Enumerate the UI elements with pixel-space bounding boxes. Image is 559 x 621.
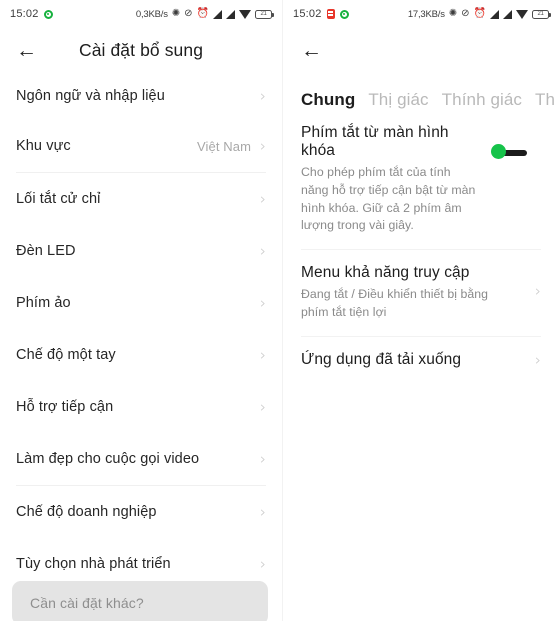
- status-bar-right-group: 0,3KB/s ✺ ⊘ ⏰ 21: [135, 8, 274, 20]
- list-item-enterprise-mode[interactable]: Chế độ doanh nghiệp ›: [16, 486, 266, 538]
- list-item-region[interactable]: Khu vực Việt Nam ›: [16, 120, 266, 172]
- alarm-icon: ⏰: [473, 8, 486, 19]
- signal-icon: [226, 9, 235, 19]
- sim-card-icon: [326, 9, 335, 19]
- chevron-right-icon: ›: [260, 397, 266, 416]
- tab-bar: Chung Thị giác Thính giác Th: [283, 72, 559, 110]
- dual-screenshot-container: 15:02 0,3KB/s ✺ ⊘ ⏰ 21 ← Cài đặt bổ sung…: [0, 0, 559, 621]
- more-settings-search-card[interactable]: Cần cài đặt khác?: [12, 581, 268, 621]
- chevron-right-icon: ›: [260, 449, 266, 468]
- setting-text-group: Phím tắt từ màn hình khóa Cho phép phím …: [301, 124, 491, 235]
- list-item-label: Chế độ một tay: [16, 347, 116, 363]
- setting-lockscreen-shortcut[interactable]: Phím tắt từ màn hình khóa Cho phép phím …: [283, 110, 559, 249]
- status-clock: 15:02: [293, 8, 322, 20]
- alarm-icon: ⏰: [196, 8, 209, 19]
- bluetooth-icon: ✺: [171, 8, 181, 19]
- app-header-left: ← Cài đặt bổ sung: [0, 28, 282, 72]
- list-item-video-call-beauty[interactable]: Làm đẹp cho cuộc gọi video ›: [16, 433, 266, 485]
- signal-icon: [503, 9, 512, 19]
- chevron-right-icon: ›: [535, 350, 541, 369]
- list-item-label: Tùy chọn nhà phát triển: [16, 556, 171, 572]
- mute-icon: ⊘: [461, 8, 470, 19]
- list-item-accessibility[interactable]: Hỗ trợ tiếp cận ›: [16, 381, 266, 433]
- back-button[interactable]: ←: [301, 40, 327, 61]
- chevron-right-icon: ›: [260, 554, 266, 573]
- wifi-icon: [516, 9, 528, 19]
- setting-accessibility-menu[interactable]: Menu khả năng truy cập Đang tắt / Điều k…: [283, 250, 559, 336]
- location-active-icon: [339, 9, 349, 19]
- toggle-knob: [491, 144, 506, 159]
- tab-more[interactable]: Th: [535, 90, 555, 110]
- back-button[interactable]: ←: [16, 40, 42, 61]
- chevron-right-icon: ›: [260, 86, 266, 105]
- setting-text-group: Ứng dụng đã tải xuống: [301, 351, 535, 373]
- list-item-led-light[interactable]: Đèn LED ›: [16, 225, 266, 277]
- network-speed-label: 17,3KB/s: [407, 8, 445, 20]
- chevron-right-icon: ›: [260, 136, 266, 155]
- list-item-label: Ngôn ngữ và nhập liệu: [16, 88, 165, 104]
- wifi-icon: [239, 9, 251, 19]
- page-title: Cài đặt bổ sung: [78, 39, 204, 60]
- list-item-label: Phím ảo: [16, 295, 71, 311]
- list-item-label: Đèn LED: [16, 243, 76, 259]
- list-item-value: Việt Nam: [196, 138, 251, 154]
- setting-text-group: Menu khả năng truy cập Đang tắt / Điều k…: [301, 264, 535, 322]
- search-input[interactable]: Cần cài đặt khác?: [30, 595, 144, 611]
- status-clock: 15:02: [10, 8, 39, 20]
- list-item-label: Khu vực: [16, 138, 71, 154]
- status-bar-left: 15:02 0,3KB/s ✺ ⊘ ⏰ 21: [0, 0, 282, 28]
- network-speed-label: 0,3KB/s: [135, 8, 168, 20]
- signal-icon: [213, 9, 222, 19]
- tab-hearing[interactable]: Thính giác: [442, 90, 522, 110]
- left-screen: 15:02 0,3KB/s ✺ ⊘ ⏰ 21 ← Cài đặt bổ sung…: [0, 0, 283, 621]
- list-item-one-hand-mode[interactable]: Chế độ một tay ›: [16, 329, 266, 381]
- list-item-label: Hỗ trợ tiếp cận: [16, 399, 114, 415]
- tab-vision[interactable]: Thị giác: [368, 90, 428, 110]
- setting-title: Phím tắt từ màn hình khóa: [301, 124, 449, 159]
- status-bar-right: 15:02 17,3KB/s ✺ ⊘ ⏰ 21: [283, 0, 559, 28]
- status-bar-right-group: 17,3KB/s ✺ ⊘ ⏰ 21: [407, 8, 551, 20]
- chevron-right-icon: ›: [535, 282, 541, 301]
- battery-icon: 21: [255, 9, 274, 19]
- lockscreen-shortcut-toggle[interactable]: [491, 144, 527, 159]
- mute-icon: ⊘: [184, 8, 193, 19]
- list-item-label: Lối tắt cử chỉ: [16, 191, 101, 207]
- list-item-label: Làm đẹp cho cuộc gọi video: [16, 451, 200, 467]
- chevron-right-icon: ›: [260, 502, 266, 521]
- chevron-right-icon: ›: [260, 241, 266, 260]
- chevron-right-icon: ›: [260, 345, 266, 364]
- setting-downloaded-apps[interactable]: Ứng dụng đã tải xuống ›: [283, 337, 559, 387]
- location-active-icon: [43, 9, 53, 19]
- setting-subtitle: Cho phép phím tắt của tính năng hỗ trợ t…: [301, 165, 476, 233]
- list-item-virtual-keys[interactable]: Phím ảo ›: [16, 277, 266, 329]
- status-bar-left-group: 15:02: [293, 8, 349, 20]
- setting-title: Ứng dụng đã tải xuống: [301, 350, 462, 368]
- status-bar-left-group: 15:02: [10, 8, 53, 20]
- list-item-language-input[interactable]: Ngôn ngữ và nhập liệu ›: [16, 72, 266, 120]
- signal-icon: [490, 9, 499, 19]
- tab-general[interactable]: Chung: [301, 90, 355, 110]
- setting-title: Menu khả năng truy cập: [301, 264, 470, 282]
- chevron-right-icon: ›: [260, 293, 266, 312]
- right-screen: 15:02 17,3KB/s ✺ ⊘ ⏰ 21 ← Chung Thị giác: [283, 0, 559, 621]
- list-item-label: Chế độ doanh nghiệp: [16, 504, 157, 520]
- setting-subtitle: Đang tắt / Điều khiển thiết bị bằng phím…: [301, 287, 489, 320]
- settings-group-2: Lối tắt cử chỉ › Đèn LED › Phím ảo › Chế…: [0, 173, 282, 485]
- settings-group-3: Chế độ doanh nghiệp › Tùy chọn nhà phát …: [0, 486, 282, 590]
- app-header-right: ←: [283, 28, 559, 72]
- settings-group-1: Ngôn ngữ và nhập liệu › Khu vực Việt Nam…: [0, 72, 282, 172]
- list-item-gesture-shortcut[interactable]: Lối tắt cử chỉ ›: [16, 173, 266, 225]
- bluetooth-icon: ✺: [448, 8, 458, 19]
- chevron-right-icon: ›: [260, 189, 266, 208]
- battery-icon: 21: [532, 9, 551, 19]
